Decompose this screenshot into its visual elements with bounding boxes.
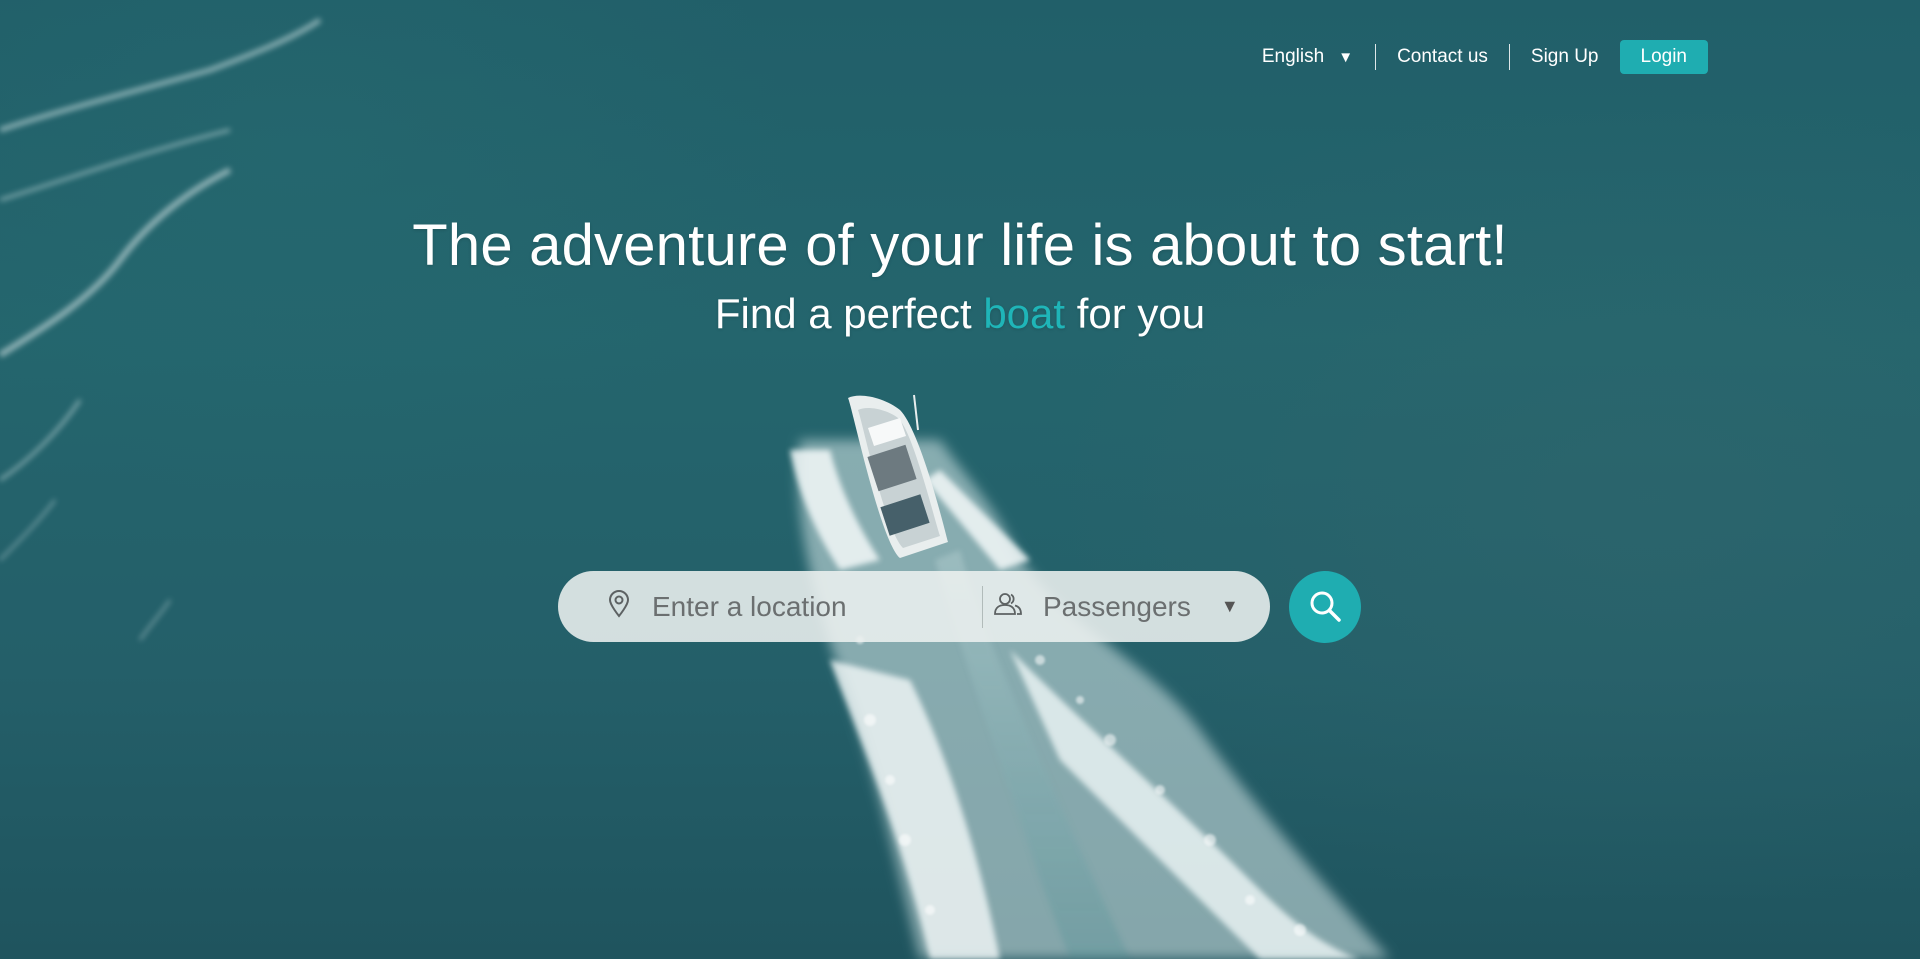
- location-field-wrap: [558, 571, 982, 642]
- top-nav: English ▼ Contact us Sign Up Login: [1262, 40, 1708, 74]
- caret-down-icon: ▼: [1338, 48, 1354, 66]
- subline-before: Find a perfect: [714, 290, 984, 337]
- hero-subheadline: Find a perfect boat for you: [0, 290, 1920, 338]
- language-label: English: [1261, 46, 1325, 67]
- map-pin-icon: [608, 590, 630, 623]
- search-icon: [1308, 589, 1342, 626]
- caret-down-icon: ▼: [1220, 596, 1239, 616]
- language-selector[interactable]: English ▼: [1262, 46, 1375, 68]
- subline-after: for you: [1065, 290, 1206, 337]
- passengers-label: Passengers: [1043, 590, 1191, 622]
- hero-headline: The adventure of your life is about to s…: [412, 213, 1508, 278]
- ocean-background-image: [0, 17, 1390, 959]
- location-input[interactable]: [650, 589, 974, 624]
- sign-up-link[interactable]: Sign Up: [1510, 46, 1620, 68]
- hero-section: English ▼ Contact us Sign Up Login The a…: [0, 0, 1920, 959]
- users-icon: [993, 592, 1023, 621]
- passengers-dropdown[interactable]: Passengers ▼: [983, 571, 1239, 642]
- search-bar: Passengers ▼: [558, 571, 1270, 642]
- contact-us-link[interactable]: Contact us: [1376, 46, 1509, 68]
- search-button[interactable]: [1289, 571, 1361, 643]
- subline-accent-word: boat: [983, 290, 1066, 337]
- login-button[interactable]: Login: [1619, 40, 1708, 74]
